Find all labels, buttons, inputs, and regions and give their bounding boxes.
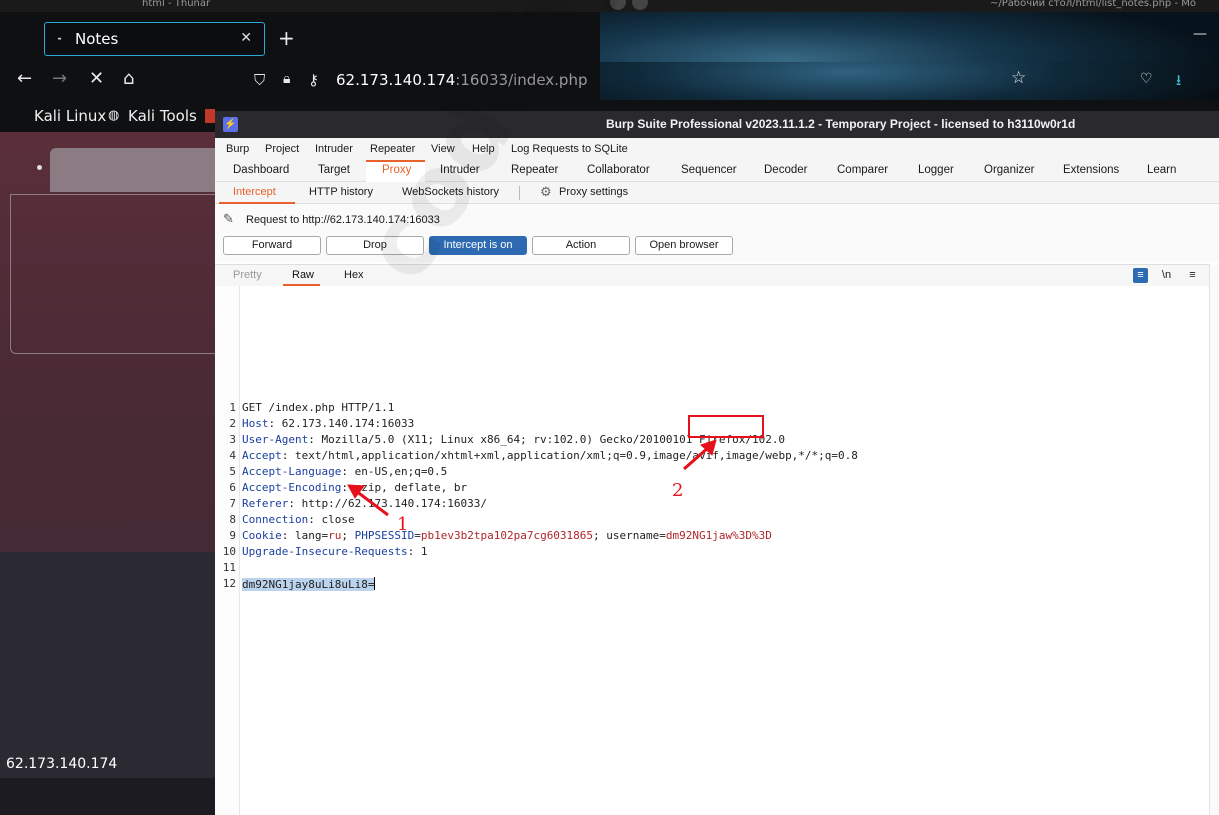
arrow-2-line [683,445,710,471]
annotation-label-1: 1 [397,514,409,535]
arrow-1-line [355,489,389,517]
annotation-arrows [347,439,717,517]
annotation-label-2: 2 [672,480,684,501]
